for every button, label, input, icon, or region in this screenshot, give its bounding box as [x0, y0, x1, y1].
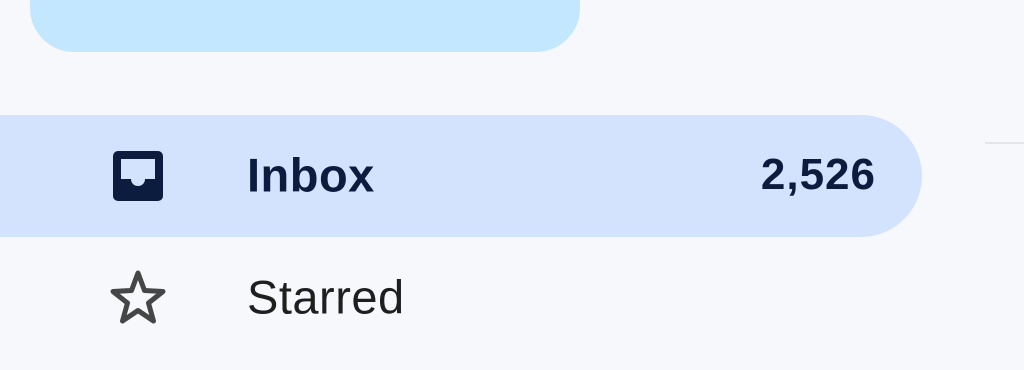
sidebar-item-label: Starred [247, 270, 405, 324]
star-icon [108, 268, 168, 328]
unread-count-badge: 2,526 [760, 150, 876, 199]
sidebar-item-starred[interactable]: Starred [0, 237, 922, 359]
sidebar-item-label: Inbox [247, 148, 375, 202]
inbox-icon [108, 146, 168, 206]
divider [985, 142, 1024, 144]
mail-sidebar: Inbox 2,526 Starred [0, 0, 1024, 370]
compose-button[interactable] [30, 0, 580, 52]
sidebar-item-inbox[interactable]: Inbox 2,526 [0, 115, 922, 237]
